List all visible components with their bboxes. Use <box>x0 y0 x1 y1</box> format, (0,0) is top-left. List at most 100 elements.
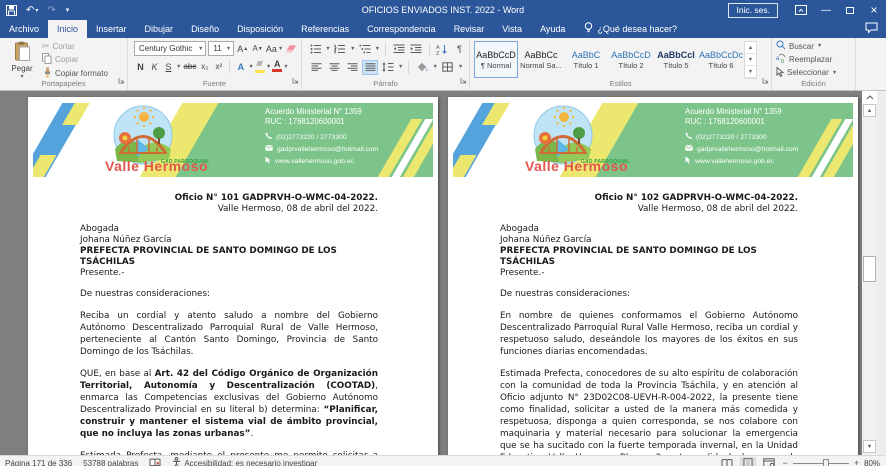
group-edicion: Buscar▼ ab Reemplazar Seleccionar▼ Edici… <box>772 38 856 90</box>
style-titulo-2[interactable]: AaBbCcDTítulo 2 <box>609 41 653 78</box>
tell-me-search[interactable]: ¿Qué desea hacer? <box>584 20 677 38</box>
styles-scroll-down-icon[interactable]: ▼ <box>745 54 756 66</box>
zoom-level[interactable]: 80% <box>864 459 884 466</box>
read-mode-icon[interactable] <box>719 457 735 466</box>
copy-icon <box>42 53 52 66</box>
phone-line: (02)2773220 / 2773300 <box>685 132 798 144</box>
styles-more-icon[interactable]: ▼ <box>745 66 756 78</box>
borders-icon[interactable] <box>440 60 456 75</box>
style-normal[interactable]: AaBbCcD¶ Normal <box>474 41 518 78</box>
zoom-slider[interactable] <box>793 457 849 466</box>
cut-button[interactable]: ✂Cortar <box>42 41 108 52</box>
align-right-icon[interactable] <box>344 60 360 75</box>
word-count[interactable]: 53788 palabras <box>83 459 138 466</box>
text-effects-button[interactable]: A <box>234 59 247 74</box>
proofing-icon[interactable] <box>149 458 161 466</box>
styles-dialog-launcher-icon[interactable] <box>762 71 769 89</box>
superscript-button[interactable]: x² <box>212 59 225 74</box>
tab-revisar[interactable]: Revisar <box>445 20 494 38</box>
font-dialog-launcher-icon[interactable] <box>292 71 299 89</box>
shrink-font-button[interactable]: A▼ <box>251 41 264 56</box>
styles-scroll-up-icon[interactable]: ▲ <box>745 42 756 54</box>
close-button[interactable]: × <box>862 0 886 20</box>
style-titulo-1[interactable]: AaBbCTítulo 1 <box>564 41 608 78</box>
comments-icon[interactable] <box>865 22 878 35</box>
accessibility-status[interactable]: Accesibilidad: es necesario investigar <box>172 457 317 466</box>
italic-button[interactable]: K <box>148 59 161 74</box>
tab-vista[interactable]: Vista <box>493 20 531 38</box>
group-parrafo: ▼ ▼ ▼ AZ ¶ ▼ ▼ ▼ Párrafo <box>302 38 470 90</box>
tab-correspondencia[interactable]: Correspondencia <box>358 20 445 38</box>
web-layout-icon[interactable] <box>761 457 777 466</box>
style-normal-sa[interactable]: AaBbCcNormal Sa... <box>519 41 563 78</box>
find-button[interactable]: Buscar▼ <box>776 40 853 52</box>
copy-button[interactable]: Copiar <box>42 53 108 66</box>
line-spacing-icon[interactable] <box>380 60 396 75</box>
print-layout-icon[interactable] <box>740 457 756 466</box>
bold-button[interactable]: N <box>134 59 147 74</box>
scrollbar-thumb[interactable] <box>863 256 876 282</box>
cursor-arrow-icon <box>685 156 691 169</box>
font-family-combo[interactable]: Century Gothic▼ <box>134 41 206 56</box>
page-indicator[interactable]: Página 171 de 336 <box>5 459 72 466</box>
ribbon-display-options-icon[interactable] <box>788 0 814 20</box>
document-page-2[interactable]: Valle Hermoso GAD PARROQUIAL Acuerdo Min… <box>448 97 858 455</box>
right-gutter <box>877 91 886 455</box>
shading-icon[interactable] <box>414 60 430 75</box>
align-left-icon[interactable] <box>308 60 324 75</box>
zoom-in-button[interactable]: + <box>854 458 859 466</box>
multilevel-list-icon[interactable] <box>357 42 372 57</box>
strikethrough-button[interactable]: abc <box>182 59 197 74</box>
font-size-combo[interactable]: 11▼ <box>208 41 234 56</box>
paste-button[interactable]: Pegar ▾ <box>4 41 40 79</box>
numbering-icon[interactable] <box>333 42 348 57</box>
subscript-button[interactable]: x₂ <box>198 59 211 74</box>
letterhead: Valle Hermoso GAD PARROQUIAL Acuerdo Min… <box>453 103 853 177</box>
paragraph-dialog-launcher-icon[interactable] <box>460 71 467 89</box>
brand-small-text: GAD PARROQUIAL <box>161 159 210 165</box>
highlight-color-button[interactable] <box>255 61 265 73</box>
show-marks-icon[interactable]: ¶ <box>452 42 467 57</box>
style-titulo-6[interactable]: AaBbCcDcTítulo 6 <box>699 41 743 78</box>
restore-button[interactable] <box>838 0 862 20</box>
bullets-icon[interactable] <box>308 42 323 57</box>
select-button[interactable]: Seleccionar▼ <box>776 67 853 79</box>
minimize-button[interactable]: — <box>814 0 838 20</box>
oficio-date: Valle Hermoso, 08 de abril del 2022. <box>80 204 378 215</box>
clear-formatting-icon[interactable] <box>285 41 298 56</box>
oficio-date: Valle Hermoso, 08 de abril del 2022. <box>500 204 798 215</box>
scroll-down-icon[interactable]: ▼ <box>863 440 876 453</box>
tab-ayuda[interactable]: Ayuda <box>531 20 574 38</box>
style-titulo-5[interactable]: AaBbCcITítulo 5 <box>654 41 698 78</box>
tab-diseno[interactable]: Diseño <box>182 20 228 38</box>
email-line: gadprvallehermoso@hotmail.com <box>265 144 378 156</box>
underline-button[interactable]: S <box>162 59 175 74</box>
increase-indent-icon[interactable] <box>408 42 423 57</box>
grow-font-button[interactable]: A▲ <box>236 41 249 56</box>
vertical-scrollbar[interactable]: ▲ ▼ <box>862 91 877 455</box>
zoom-slider-thumb[interactable] <box>823 459 829 466</box>
tab-referencias[interactable]: Referencias <box>292 20 358 38</box>
clipboard-dialog-launcher-icon[interactable] <box>118 71 125 89</box>
document-page-1[interactable]: Valle Hermoso GAD PARROQUIAL Acuerdo Min… <box>28 97 438 455</box>
sort-icon[interactable]: AZ <box>435 42 450 57</box>
align-center-icon[interactable] <box>326 60 342 75</box>
scroll-up-icon[interactable]: ▲ <box>863 104 876 117</box>
tab-disposicion[interactable]: Disposición <box>228 20 292 38</box>
letter-body: Oficio N° 102 GADPRVH-O-WMC-04-2022. Val… <box>448 177 858 455</box>
tab-archivo[interactable]: Archivo <box>0 20 48 38</box>
zoom-out-button[interactable]: − <box>782 458 787 466</box>
tab-inicio[interactable]: Inicio <box>48 20 87 38</box>
font-color-button[interactable]: A <box>272 61 282 72</box>
tab-dibujar[interactable]: Dibujar <box>136 20 183 38</box>
justify-icon[interactable] <box>362 60 378 75</box>
svg-text:a: a <box>776 56 780 62</box>
status-bar: Página 171 de 336 53788 palabras Accesib… <box>0 455 886 466</box>
sign-in-button[interactable]: Inic. ses. <box>728 3 778 18</box>
cursor-icon <box>776 67 784 79</box>
decrease-indent-icon[interactable] <box>391 42 406 57</box>
change-case-button[interactable]: Aa▼ <box>266 41 283 56</box>
tab-insertar[interactable]: Insertar <box>87 20 136 38</box>
collapse-ribbon-icon[interactable] <box>862 91 877 104</box>
replace-button[interactable]: ab Reemplazar <box>776 53 853 65</box>
